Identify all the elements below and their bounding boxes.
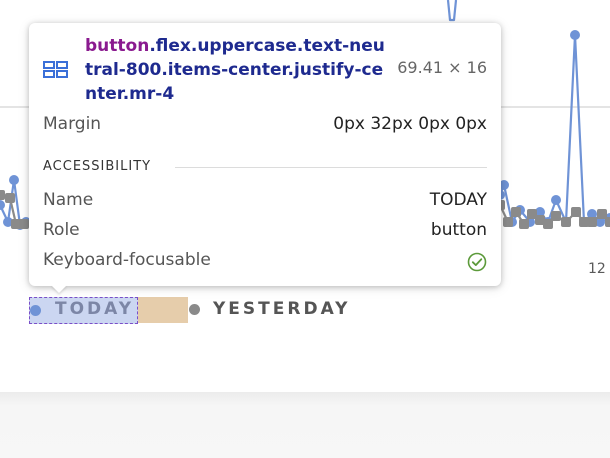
margin-row: Margin 0px 32px 0px 0px bbox=[43, 114, 487, 138]
accessible-name-label: Name bbox=[43, 190, 94, 210]
bottom-panel bbox=[0, 392, 610, 458]
today-data-point bbox=[0, 200, 5, 210]
role-label: Role bbox=[43, 220, 80, 240]
legend-today-button[interactable]: TODAY bbox=[55, 299, 134, 319]
today-data-point bbox=[570, 30, 580, 40]
today-series-dot bbox=[30, 305, 41, 316]
yesterday-data-point bbox=[551, 211, 561, 221]
margin-value: 0px 32px 0px 0px bbox=[333, 114, 487, 134]
accessible-name-value: TODAY bbox=[429, 190, 487, 210]
inspector-tooltip: button.flex.uppercase.text-neutral-800.i… bbox=[29, 23, 501, 286]
yesterday-data-point bbox=[519, 219, 529, 229]
tooltip-pointer bbox=[51, 285, 67, 293]
checkmark-icon bbox=[467, 252, 487, 272]
element-selector: button.flex.uppercase.text-neutral-800.i… bbox=[85, 34, 385, 106]
margin-highlight bbox=[138, 297, 188, 323]
yesterday-data-point bbox=[19, 219, 29, 229]
section-divider bbox=[175, 167, 487, 168]
yesterday-data-point bbox=[0, 190, 5, 200]
yesterday-data-point bbox=[543, 219, 553, 229]
accessibility-section-title: ACCESSIBILITY bbox=[43, 159, 152, 174]
accessible-name-row: Name TODAY bbox=[43, 190, 487, 214]
element-dimensions: 69.41 × 16 bbox=[397, 58, 487, 77]
today-data-point bbox=[551, 195, 561, 205]
x-axis-tick-label: 12 bbox=[588, 261, 606, 277]
role-value: button bbox=[430, 220, 487, 240]
yesterday-data-point bbox=[605, 217, 610, 227]
yesterday-data-point bbox=[561, 217, 571, 227]
yesterday-data-point bbox=[597, 209, 607, 219]
yesterday-data-point bbox=[587, 217, 597, 227]
selector-tag: button bbox=[85, 36, 150, 56]
yesterday-data-point bbox=[511, 207, 521, 217]
yesterday-data-point bbox=[571, 207, 581, 217]
role-row: Role button bbox=[43, 220, 487, 244]
keyboard-focusable-label: Keyboard-focusable bbox=[43, 250, 211, 270]
today-series-line bbox=[498, 33, 610, 224]
yesterday-data-point bbox=[503, 217, 513, 227]
legend-yesterday-button[interactable]: YESTERDAY bbox=[213, 299, 350, 319]
yesterday-data-point bbox=[5, 193, 15, 203]
margin-label: Margin bbox=[43, 114, 102, 134]
yesterday-series-dot bbox=[189, 304, 200, 315]
keyboard-focusable-row: Keyboard-focusable bbox=[43, 250, 487, 274]
today-series-line bbox=[446, 0, 458, 22]
element-box-icon bbox=[43, 61, 68, 78]
today-data-point bbox=[9, 175, 19, 185]
